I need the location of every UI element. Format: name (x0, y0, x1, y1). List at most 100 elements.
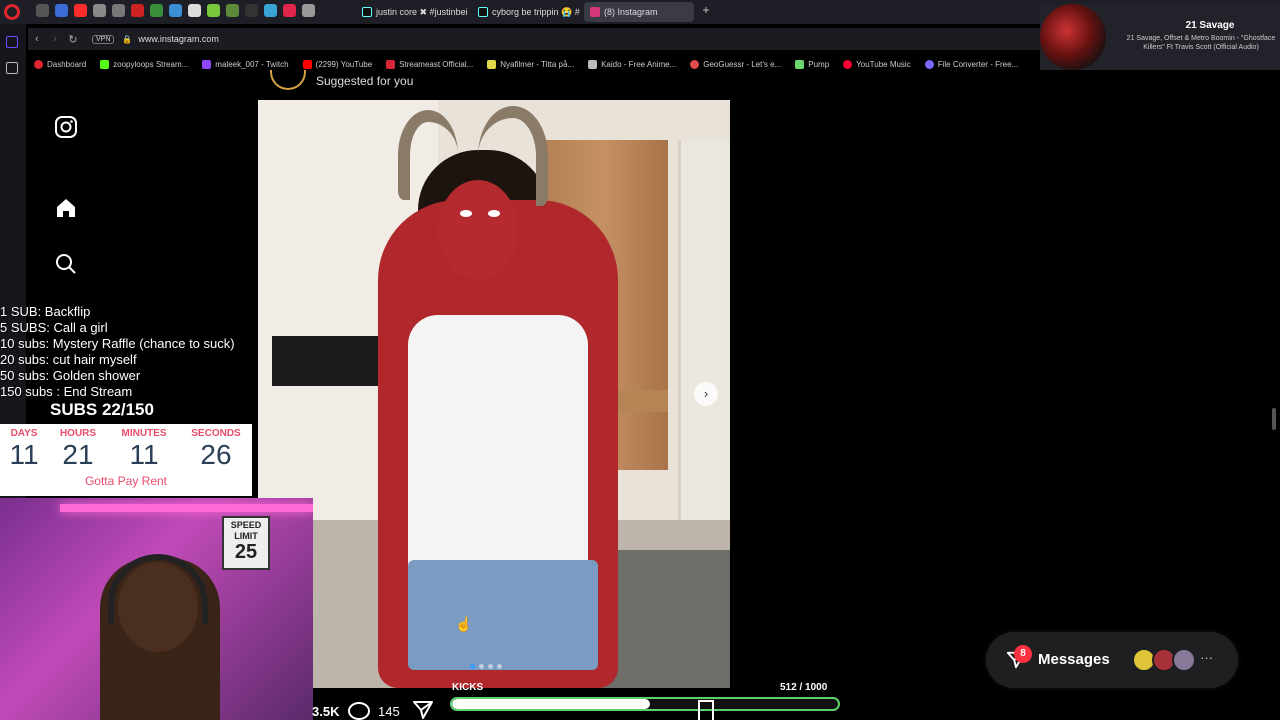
forward-button[interactable]: › (46, 33, 64, 45)
tab-instagram[interactable]: (8) Instagram (584, 2, 694, 22)
goal-item: 10 subs: Mystery Raffle (chance to suck) (0, 336, 235, 351)
kicks-label: KICKS (452, 682, 484, 693)
countdown-timer: DAYS 11 HOURS 21 MINUTES 11 SECONDS 26 G… (0, 424, 252, 496)
pinned-tab-icon[interactable] (169, 4, 182, 17)
mouse-cursor-icon: ☝ (455, 616, 473, 632)
pinned-tab-icon[interactable] (36, 4, 49, 17)
lock-icon[interactable]: 🔒 (122, 35, 132, 44)
tab-label: cyborg be trippin 😭 #m (492, 6, 580, 17)
instagram-logo-icon[interactable] (54, 115, 78, 139)
pinned-tab-icon[interactable] (207, 4, 220, 17)
reload-button[interactable]: ↻ (64, 33, 82, 46)
pinned-tab-icon[interactable] (188, 4, 201, 17)
opera-dashboard-icon (34, 59, 43, 69)
twitch-icon (202, 59, 212, 69)
photo-horn (398, 110, 458, 200)
carousel-dot (488, 664, 493, 669)
carousel-dot (497, 664, 502, 669)
bookmark-item[interactable]: maleek_007 - Twitch (202, 59, 289, 69)
kicks-progress-fill (452, 699, 650, 709)
share-icon[interactable] (412, 700, 434, 720)
photo-eye (488, 210, 500, 217)
tab-label: justin core ✖ #justinbeib (376, 6, 468, 17)
file-converter-icon (924, 59, 934, 69)
opera-logo-icon[interactable] (4, 4, 20, 20)
vpn-badge[interactable]: VPN (92, 34, 115, 44)
pinned-tab-icon[interactable] (93, 4, 106, 17)
tab-justin-core[interactable]: justin core ✖ #justinbeib (356, 2, 468, 22)
goal-item: 5 SUBS: Call a girl (0, 320, 108, 335)
more-icon[interactable]: ··· (1200, 650, 1213, 665)
bookmark-item[interactable]: Nyafilmer - Titta på... (487, 59, 574, 69)
now-playing-widget: 21 Savage 21 Savage, Offset & Metro Boom… (1040, 4, 1280, 70)
youtube-icon (302, 59, 312, 69)
kicks-progress-bar (450, 697, 840, 711)
tab-cyborg[interactable]: cyborg be trippin 😭 #m (472, 2, 580, 22)
timer-seconds: SECONDS 26 (191, 428, 241, 470)
pinned-tab-icon[interactable] (283, 4, 296, 17)
pinned-tabs (36, 4, 315, 17)
pinned-tab-icon[interactable] (55, 4, 68, 17)
bookmark-item[interactable]: GeoGuessr - Let's e... (690, 59, 781, 69)
avatar[interactable] (270, 70, 306, 90)
comment-icon[interactable] (348, 702, 370, 720)
pinned-tab-icon[interactable] (245, 4, 258, 17)
carousel-dots (470, 664, 502, 669)
bookmark-item[interactable]: Streameast Official... (386, 59, 473, 69)
screen: justin core ✖ #justinbeib cyborg be trip… (0, 0, 1280, 720)
photo-eye (460, 210, 472, 217)
pinned-tab-icon[interactable] (302, 4, 315, 17)
pinned-tab-icon[interactable] (112, 4, 125, 17)
nyafilmer-icon (487, 59, 497, 69)
webcam-feed: SPEED LIMIT 25 (0, 498, 313, 720)
scrollbar[interactable] (1272, 408, 1276, 430)
likes-count[interactable]: 3.5K (312, 704, 339, 719)
goal-item: 20 subs: cut hair myself (0, 352, 137, 367)
bookmarks-bar: Dashboard zoopyloops Stream... maleek_00… (34, 56, 1018, 72)
album-art (1040, 4, 1106, 70)
pinned-tab-icon[interactable] (226, 4, 239, 17)
timer-days: DAYS 11 (9, 428, 39, 470)
bookmark-item[interactable]: Pump (795, 59, 829, 69)
comments-count[interactable]: 145 (378, 704, 400, 719)
bookmark-item[interactable]: File Converter - Free... (924, 59, 1018, 69)
now-playing-artist: 21 Savage (1185, 20, 1235, 31)
kicks-count: 512 / 1000 (780, 682, 828, 693)
bookmark-item[interactable]: (2299) YouTube (302, 59, 372, 69)
url-input[interactable]: www.instagram.com (138, 34, 219, 44)
photo-horn (478, 106, 548, 206)
pinned-tab-icon[interactable] (150, 4, 163, 17)
tiktok-icon (362, 7, 372, 17)
save-bookmark-icon[interactable] (698, 700, 714, 720)
photo-white-door (678, 140, 730, 520)
new-tab-button[interactable]: + (700, 4, 712, 16)
bookmark-item[interactable]: zoopyloops Stream... (100, 59, 188, 69)
carousel-dot (479, 664, 484, 669)
pinned-tab-icon[interactable] (131, 4, 144, 17)
photo-tank-top (408, 315, 588, 585)
bookmark-item[interactable]: YouTube Music (843, 59, 911, 69)
tiktok-icon (478, 7, 488, 17)
timer-minutes: MINUTES 11 (121, 428, 167, 470)
home-icon[interactable] (6, 36, 18, 48)
post-image[interactable] (258, 100, 730, 688)
search-icon[interactable] (54, 252, 78, 276)
timer-footer: Gotta Pay Rent (84, 474, 168, 488)
geoguessr-icon (690, 59, 700, 69)
home-icon[interactable] (54, 196, 78, 220)
sub-goals-list: 1 SUB: Backflip 5 SUBS: Call a girl 10 s… (0, 304, 235, 400)
pinned-tab-icon[interactable] (264, 4, 277, 17)
bookmarks-icon[interactable] (6, 62, 18, 74)
streameast-icon (386, 59, 396, 69)
timer-hours: HOURS 21 (59, 428, 97, 470)
subs-progress: SUBS 22/150 (50, 400, 154, 419)
message-avatars (1132, 648, 1196, 672)
webcam-speed-sign: SPEED LIMIT 25 (222, 516, 270, 570)
goal-item: 1 SUB: Backflip (0, 304, 91, 319)
pinned-tab-icon[interactable] (74, 4, 87, 17)
instagram-icon (590, 7, 600, 17)
carousel-next-button[interactable]: › (694, 382, 718, 406)
bookmark-item[interactable]: Dashboard (34, 59, 86, 69)
bookmark-item[interactable]: Kaido - Free Anime... (588, 59, 676, 69)
back-button[interactable]: ‹ (28, 33, 46, 45)
